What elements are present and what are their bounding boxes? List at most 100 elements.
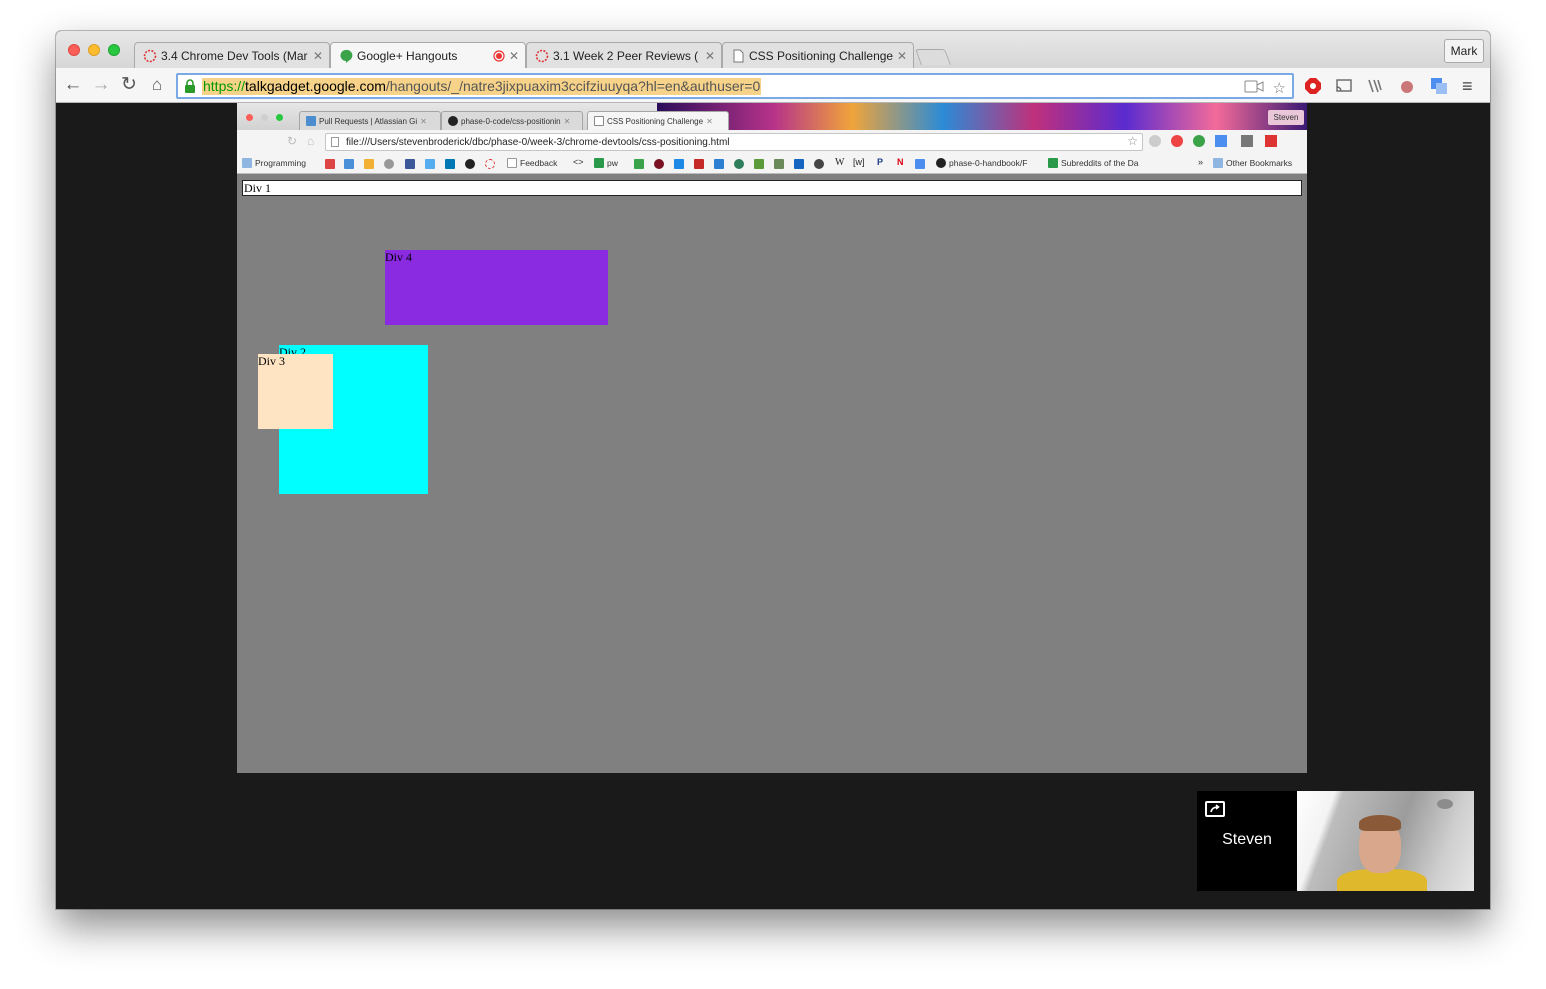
netflix-icon: N [897,157,904,167]
browser-window: 3.4 Chrome Dev Tools (Mar ✕ Google+ Hang… [56,31,1490,909]
shared-toolbar: ↻ ⌂ file:///Users/stevenbroderick/dbc/ph… [237,130,1307,154]
screenshare-icon [1205,801,1225,817]
linkedin-icon [445,159,455,169]
div-1: Div 1 [242,180,1302,196]
bookmark-feedback: Feedback [507,158,557,168]
shared-tab-pull-requests: Pull Requests | Atlassian Gi ✕ [299,111,441,130]
bookmark-icon: P [877,157,884,167]
participant-video[interactable] [1297,791,1474,891]
tab-label: 3.1 Week 2 Peer Reviews ( [553,48,699,63]
bookmark-subreddits: Subreddits of the Da [1048,158,1139,168]
css-positioning-page: Div 1 Div 4 Div 2 Div 3 [237,175,1307,773]
shared-profile-button: Steven [1268,110,1304,125]
shared-zoom-dot [276,114,283,121]
recording-icon [493,50,505,62]
menu-icon[interactable]: ≡ [1462,77,1480,95]
github-icon [936,158,946,168]
dbc-icon [535,49,549,62]
bookmark-icon [794,159,804,169]
url-protocol: https:// [203,78,246,94]
reload-icon: ↻ [287,134,298,148]
bookmark-icon [674,159,684,169]
tab-peer-reviews[interactable]: 3.1 Week 2 Peer Reviews ( ✕ [526,42,722,68]
bookmark-label: Other Bookmarks [1226,158,1293,168]
forward-arrow-icon[interactable]: → [90,74,112,96]
tab-strip: 3.4 Chrome Dev Tools (Mar ✕ Google+ Hang… [56,31,1490,69]
bookmark-programming: Programming [242,158,306,168]
reddit-icon [384,159,394,169]
url-path: /hangouts/_/natre3jixpuaxim3ccifziuuyqa?… [385,78,761,94]
extension-icon [1149,135,1161,147]
participant-name: Steven [1222,831,1272,848]
close-tab-icon: ✕ [420,116,427,126]
shared-url-text: file:///Users/stevenbroderick/dbc/phase-… [346,137,730,148]
adblock-extension-icon[interactable] [1304,77,1322,95]
participant-tile[interactable]: Steven [1197,791,1297,891]
close-tab-icon[interactable]: ✕ [509,49,519,63]
person-hair [1359,815,1401,831]
bookmark-star-icon: ☆ [1127,134,1138,148]
bookmark-label: pw [607,158,618,168]
reader-extension-icon[interactable] [1366,77,1384,95]
camera-icon[interactable] [1244,80,1264,93]
extension-icon [1265,135,1277,147]
back-arrow-icon[interactable]: ← [62,74,84,96]
bookmark-icon: [w] [853,157,865,167]
bookmark-star-icon[interactable]: ☆ [1273,79,1286,97]
gmail-icon [325,159,335,169]
document-icon [507,158,517,168]
more-bookmarks-chevron: » [1198,157,1204,167]
bookmark-label: phase-0-handbook/F [949,158,1028,168]
tomato-extension-icon[interactable] [1398,77,1416,95]
calendar-icon [344,159,354,169]
close-window-button[interactable] [68,44,80,56]
shared-screen: Pull Requests | Atlassian Gi ✕ phase-0-c… [237,103,1307,773]
div-4: Div 4 [385,250,608,325]
bookmark-icon [814,159,824,169]
bookmark-icon [634,159,644,169]
ceiling-light [1437,799,1453,809]
profile-button[interactable]: Mark [1444,39,1484,63]
dbc-icon [143,49,157,62]
minimize-window-button[interactable] [88,44,100,56]
cast-icon[interactable] [1335,77,1353,95]
url-text: https://talkgadget.google.com/hangouts/_… [202,78,762,95]
folder-icon [242,158,252,168]
home-icon: ⌂ [307,134,315,148]
profile-theme-banner [657,103,1307,130]
dbc-icon [485,159,495,169]
bookmark-icon [654,159,664,169]
close-tab-icon[interactable]: ✕ [897,49,907,63]
bookmark-pw: pw [594,158,618,168]
address-bar[interactable]: https://talkgadget.google.com/hangouts/_… [176,73,1294,99]
document-icon [594,116,604,126]
close-tab-icon[interactable]: ✕ [313,49,323,63]
github-icon [465,159,475,169]
translate-icon[interactable] [1430,77,1448,95]
shared-address-bar: file:///Users/stevenbroderick/dbc/phase-… [325,133,1143,151]
reload-icon[interactable]: ↻ [118,74,140,96]
shared-minimize-dot [261,114,268,121]
github-icon [448,116,458,126]
zoom-window-button[interactable] [108,44,120,56]
tab-chrome-dev-tools[interactable]: 3.4 Chrome Dev Tools (Mar ✕ [134,42,330,68]
sheet-icon [594,158,604,168]
folder-icon [1213,158,1223,168]
bookmark-label: Feedback [520,158,558,168]
hangouts-icon [340,49,353,63]
extension-icon [1171,135,1183,147]
close-tab-icon[interactable]: ✕ [705,49,715,63]
close-tab-icon: ✕ [706,116,713,126]
tab-css-positioning[interactable]: CSS Positioning Challenge ✕ [722,42,914,68]
close-tab-icon: ✕ [563,116,571,126]
tab-google-hangouts[interactable]: Google+ Hangouts ✕ [330,42,526,69]
bitbucket-icon [306,116,316,126]
bookmark-icon [714,159,724,169]
sheet-icon [1048,158,1058,168]
bookmark-other: Other Bookmarks [1213,158,1292,168]
home-icon[interactable]: ⌂ [146,74,168,96]
shared-tab-strip: Pull Requests | Atlassian Gi ✕ phase-0-c… [237,103,1307,130]
new-tab-button[interactable] [915,49,951,65]
translate-icon [915,159,925,169]
tab-label: 3.4 Chrome Dev Tools (Mar [161,48,308,63]
